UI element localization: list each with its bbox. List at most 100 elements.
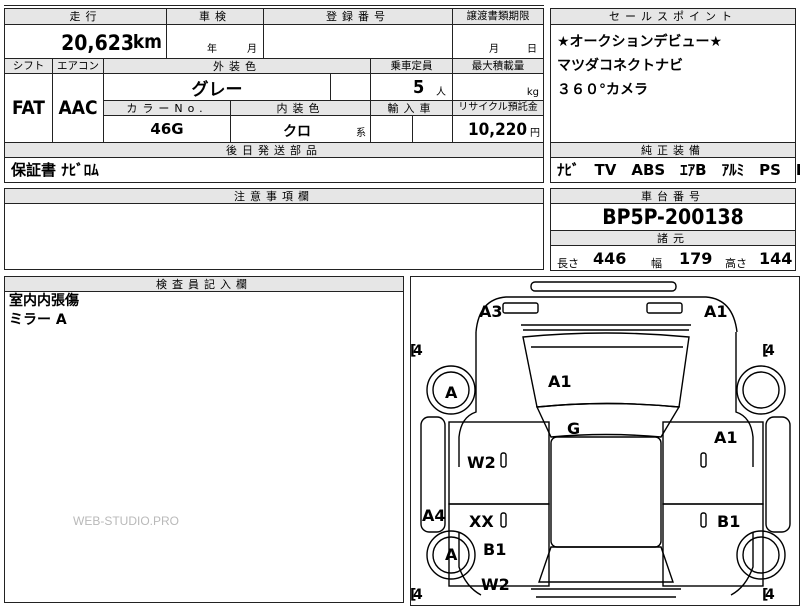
capacity-label: 乗車定員 xyxy=(370,58,453,74)
inspection-month-unit: 月 xyxy=(247,44,257,55)
right-headlight-shape xyxy=(646,302,683,314)
top-strip xyxy=(4,0,544,6)
transfer-month-unit: 月 xyxy=(489,44,499,55)
import-cell-a xyxy=(370,115,413,143)
damage-diagram: 4 4 4 4 [ [ [ [ A3 A1 A1 A G A1 W2 A4 XX… xyxy=(410,276,800,606)
right-front-handle xyxy=(700,452,707,468)
color-no-value: 46G xyxy=(103,115,231,143)
spec-height-value: 144 xyxy=(759,249,793,268)
inspector-label: 検査員記入欄 xyxy=(4,276,404,292)
notes-label: 注意事項欄 xyxy=(4,188,544,204)
mark-roof: G xyxy=(567,419,580,438)
inspector-line-1: 室内内張傷 xyxy=(9,293,79,309)
sales-point-line-1: ★オークションデビュー★ xyxy=(557,34,723,50)
mileage-cell: 20,623 km xyxy=(4,24,167,59)
exterior-color-value: グレー xyxy=(103,73,331,101)
left-front-handle xyxy=(500,452,507,468)
delivery-cell: 保証書 ﾅﾋﾞﾛﾑ xyxy=(4,157,544,183)
sales-points-cell: ★オークションデビュー★ マツダコネクトナビ ３６０°カメラ xyxy=(550,24,796,143)
recycle-label: リサイクル預託金 xyxy=(452,100,544,116)
recycle-cell: 10,220 円 xyxy=(452,115,544,143)
import-label: 輸入車 xyxy=(370,100,453,116)
sales-point-line-3: ３６０°カメラ xyxy=(557,82,648,98)
exterior-color-label: 外装色 xyxy=(103,58,371,74)
delivery-value: 保証書 ﾅﾋﾞﾛﾑ xyxy=(11,161,99,179)
front-outline xyxy=(475,296,738,333)
roof-shape xyxy=(550,436,662,548)
mark-left-rear-wheel: A xyxy=(445,545,458,564)
watermark: WEB-STUDIO.PRO xyxy=(73,514,180,528)
mark-rear-left: W2 xyxy=(481,575,510,594)
mark-right-front-door: A1 xyxy=(714,428,738,447)
interior-color-cell: クロ 系 xyxy=(230,115,371,143)
windshield-shape xyxy=(535,402,681,438)
capacity-value: 5 xyxy=(413,77,425,98)
mileage-value: 20,623 xyxy=(61,31,134,55)
rear-window-shape xyxy=(538,546,674,583)
spec-height-label: 高さ xyxy=(725,257,747,270)
bracket-glyphs: [ [ [ [ xyxy=(411,343,768,603)
mark-left-rear-fender: B1 xyxy=(483,540,506,559)
max-load-label: 最大積載量 xyxy=(452,58,544,74)
equipment-label: 純正装備 xyxy=(550,142,796,158)
mark-front-right-corner: A1 xyxy=(704,302,728,321)
recycle-unit: 円 xyxy=(530,128,540,139)
left-front-door-shape xyxy=(448,421,550,505)
mileage-label: 走行 xyxy=(4,8,167,25)
svg-text:[: [ xyxy=(762,587,768,603)
mark-hood: A1 xyxy=(548,372,572,391)
exterior-color-extra xyxy=(330,73,371,101)
right-front-wheel-inner xyxy=(742,371,780,409)
specs-label: 諸元 xyxy=(550,230,796,246)
recycle-value: 10,220 xyxy=(467,120,527,140)
left-headlight-shape xyxy=(502,302,539,314)
color-no-label: カラーNo. xyxy=(103,100,231,116)
spec-length-value: 446 xyxy=(593,249,627,268)
car-diagram-svg: 4 4 4 4 [ [ [ [ A3 A1 A1 A G A1 W2 A4 XX… xyxy=(411,281,791,603)
mark-front-left-corner: A3 xyxy=(479,302,503,321)
right-rear-wheel-inner xyxy=(742,536,780,574)
capacity-cell: 5 人 xyxy=(370,73,453,101)
capacity-unit: 人 xyxy=(436,87,446,98)
right-rear-door-shape xyxy=(662,503,764,587)
right-rear-wheel-shape xyxy=(736,530,786,580)
chassis-value: BP5P-200138 xyxy=(550,203,796,231)
grille-shape xyxy=(521,324,691,331)
transfer-deadline-label: 譲渡書類期限 xyxy=(452,8,544,25)
interior-color-label: 内装色 xyxy=(230,100,371,116)
registration-cell xyxy=(263,24,453,59)
aircon-value: AAC xyxy=(52,73,104,143)
inspection-year-unit: 年 xyxy=(207,44,217,55)
svg-text:[: [ xyxy=(762,343,768,359)
notes-cell xyxy=(4,203,544,270)
rear-bumper-shape xyxy=(531,588,681,598)
interior-color-suffix: 系 xyxy=(356,128,366,139)
delivery-label: 後日発送部品 xyxy=(4,142,544,158)
left-rear-handle xyxy=(500,512,507,528)
sales-point-line-2: マツダコネクトナビ xyxy=(557,58,683,74)
shift-label: シフト xyxy=(4,58,53,74)
transfer-deadline-cell: 月 日 xyxy=(452,24,544,59)
max-load-unit: kg xyxy=(526,87,539,98)
svg-text:[: [ xyxy=(411,587,416,603)
mark-right-rear-door: B1 xyxy=(717,512,740,531)
mark-left-rocker: A4 xyxy=(422,506,446,525)
mileage-unit: km xyxy=(132,31,162,53)
equipment-cell: ﾅﾋﾞ TV ABS ｴｱB ｱﾙﾐ PS PW xyxy=(550,157,800,183)
registration-label: 登録番号 xyxy=(263,8,453,25)
right-front-wheel-shape xyxy=(736,365,786,415)
mark-left-rear-door: XX xyxy=(469,512,494,531)
chassis-label: 車台番号 xyxy=(550,188,796,204)
import-cell-b xyxy=(412,115,453,143)
spec-width-value: 179 xyxy=(679,249,713,268)
mark-left-front-wheel: A xyxy=(445,383,458,402)
right-front-door-shape xyxy=(662,421,764,505)
inspector-cell: 室内内張傷 ミラー A WEB-STUDIO.PRO xyxy=(4,291,404,603)
hood-shape xyxy=(522,332,690,408)
equipment-value: ﾅﾋﾞ TV ABS ｴｱB ｱﾙﾐ PS PW xyxy=(557,161,800,179)
transfer-day-unit: 日 xyxy=(527,44,537,55)
interior-color-value: クロ xyxy=(283,124,311,140)
inspector-line-2: ミラー A xyxy=(9,312,67,328)
aircon-label: エアコン xyxy=(52,58,104,74)
front-bumper-shape xyxy=(530,281,677,292)
